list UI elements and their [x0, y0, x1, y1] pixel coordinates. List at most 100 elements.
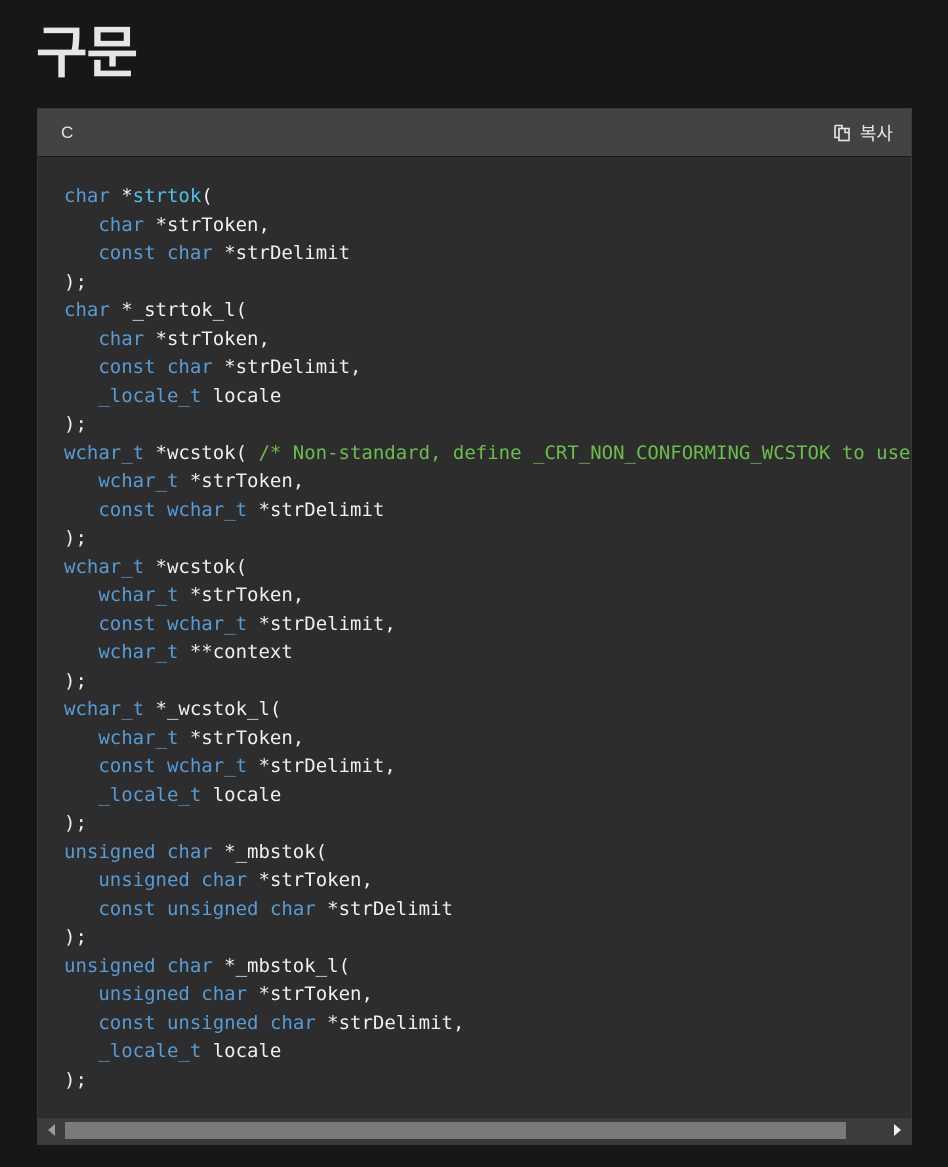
- code-text: *strDelimit,: [247, 612, 396, 635]
- code-keyword: const: [98, 242, 156, 264]
- code-line: char *strToken,: [64, 211, 911, 240]
- code-text: *strToken,: [178, 470, 305, 492]
- code-keyword: const: [98, 755, 156, 777]
- code-line: wchar_t *strToken,: [64, 467, 911, 496]
- code-line: );: [64, 923, 911, 952]
- code-text: );: [64, 413, 87, 435]
- code-function-name: strtok: [132, 185, 202, 207]
- code-text: );: [64, 527, 87, 549]
- code-text: *strDelimit,: [247, 755, 396, 777]
- code-line: wchar_t *_wcstok_l(: [64, 695, 911, 724]
- code-keyword: char: [201, 869, 248, 891]
- code-text: (: [201, 185, 213, 207]
- code-line: unsigned char *_mbstok(: [64, 838, 911, 867]
- code-keyword: unsigned: [166, 897, 259, 920]
- code-keyword: wchar_t: [98, 726, 179, 749]
- code-line: );: [64, 268, 911, 297]
- code-keyword: const: [98, 612, 156, 635]
- code-keyword: char: [269, 1011, 316, 1034]
- copy-icon: [832, 123, 852, 143]
- code-line: char *strToken,: [64, 325, 911, 354]
- code-keyword: const: [98, 498, 156, 521]
- code-language-label: C: [61, 123, 74, 142]
- code-text: );: [64, 926, 87, 948]
- code-keyword: char: [166, 840, 213, 863]
- code-keyword: wchar_t: [64, 698, 145, 720]
- code-text: *strToken,: [144, 327, 270, 350]
- code-line: unsigned char *_mbstok_l(: [64, 952, 911, 981]
- code-line: wchar_t *strToken,: [64, 724, 911, 753]
- horizontal-scrollbar[interactable]: [38, 1117, 911, 1144]
- code-line: unsigned char *strToken,: [64, 866, 911, 895]
- scrollbar-thumb[interactable]: [65, 1122, 846, 1139]
- code-line: char *_strtok_l(: [64, 296, 911, 325]
- code-text: *strDelimit,: [315, 1011, 465, 1034]
- code-line: );: [64, 1066, 911, 1095]
- code-comment: /* Non-standard, define _CRT_NON_CONFORM…: [258, 441, 911, 464]
- code-keyword: char: [98, 327, 145, 350]
- code-line: _locale_t locale: [64, 382, 911, 411]
- code-keyword: char: [166, 954, 213, 977]
- code-text: *strDelimit: [315, 897, 453, 920]
- code-keyword: _locale_t: [98, 384, 202, 407]
- code-text: );: [64, 1068, 87, 1091]
- code-keyword: _locale_t: [98, 783, 202, 806]
- code-line: const unsigned char *strDelimit: [64, 895, 911, 924]
- code-keyword: unsigned: [98, 869, 190, 891]
- code-line: wchar_t *strToken,: [64, 581, 911, 610]
- code-line: const wchar_t *strDelimit,: [64, 752, 911, 781]
- code-text: *strToken,: [247, 869, 373, 891]
- code-keyword: wchar_t: [98, 584, 179, 606]
- code-line: char *strtok(: [64, 182, 911, 211]
- scroll-right-arrow-icon[interactable]: [894, 1124, 901, 1136]
- code-line: );: [64, 524, 911, 553]
- code-text: *strDelimit,: [212, 356, 362, 378]
- code-keyword: wchar_t: [98, 470, 179, 492]
- scroll-left-arrow-icon[interactable]: [48, 1124, 55, 1136]
- code-keyword: const: [98, 1011, 156, 1034]
- code-text: );: [64, 812, 87, 834]
- code-keyword: wchar_t: [166, 612, 248, 635]
- code-header: C 복사: [38, 109, 911, 157]
- code-line: wchar_t **context: [64, 638, 911, 667]
- code-text: *strToken,: [178, 726, 305, 749]
- code-line: _locale_t locale: [64, 781, 911, 810]
- code-line: _locale_t locale: [64, 1037, 911, 1066]
- code-text: *strToken,: [178, 584, 305, 606]
- code-keyword: char: [64, 185, 110, 207]
- code-keyword: char: [166, 242, 213, 264]
- code-line: );: [64, 667, 911, 696]
- code-line: const wchar_t *strDelimit,: [64, 610, 911, 639]
- code-text: locale: [201, 1040, 282, 1062]
- code-line: const unsigned char *strDelimit,: [64, 1009, 911, 1038]
- copy-button[interactable]: 복사: [832, 120, 893, 146]
- code-keyword: wchar_t: [166, 498, 248, 521]
- code-keyword: wchar_t: [166, 755, 248, 777]
- code-text: *strDelimit: [247, 498, 385, 521]
- code-line: );: [64, 809, 911, 838]
- code-keyword: char: [98, 213, 145, 236]
- code-area[interactable]: char *strtok( char *strToken, const char…: [38, 157, 911, 1118]
- code-keyword: char: [166, 356, 213, 378]
